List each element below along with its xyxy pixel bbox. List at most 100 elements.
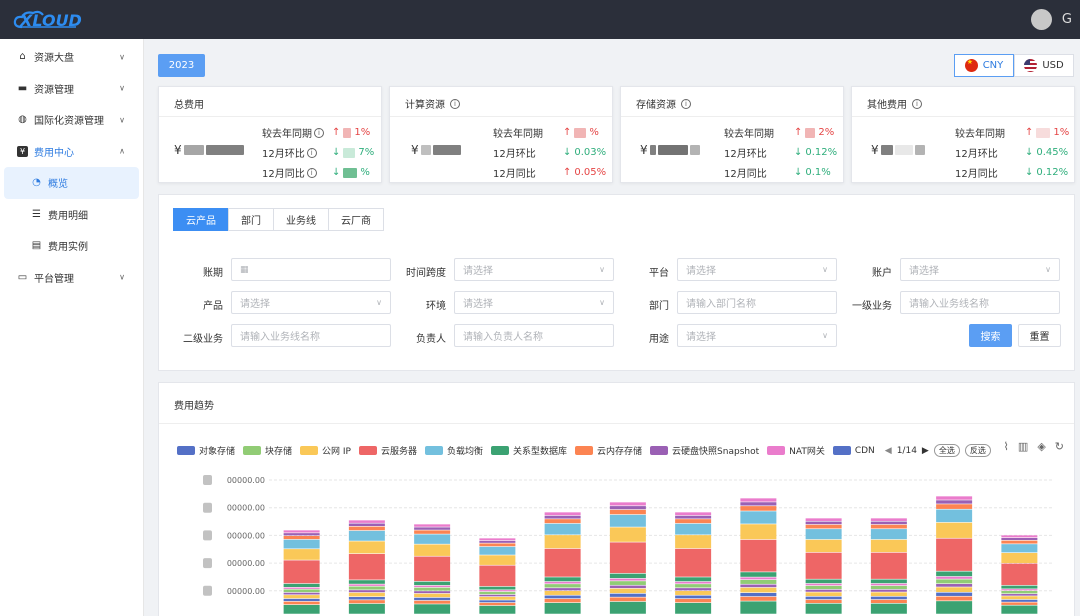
bar-segment: [870, 579, 907, 584]
legend-page-indicator: 1/14: [896, 445, 917, 456]
bar-segment: [936, 509, 973, 523]
time-span-select[interactable]: 请选择 ∨: [454, 258, 614, 281]
card-title: 存储资源 i: [636, 96, 691, 111]
sidebar-item-international[interactable]: ◍ 国际化资源管理 ∨: [0, 104, 143, 136]
bar-segment: [479, 586, 516, 590]
sidebar-item-label: 费用明细: [48, 210, 88, 222]
currency-usd-button[interactable]: USD: [1014, 54, 1074, 77]
bar-segment: [348, 586, 385, 590]
bar-segment: [805, 583, 842, 586]
legend-item[interactable]: 对象存储: [177, 444, 235, 457]
bar-segment: [675, 595, 712, 599]
summary-card-storage: 存储资源 i ¥ 较去年同期 ↑ 2% 12月环比 ↓ 0.12% 12月同比 ↓ 0.…: [620, 86, 844, 183]
sidebar-item-label: 国际化资源管理: [34, 116, 104, 128]
bar-segment: [1001, 599, 1038, 602]
department-label: 部门: [649, 301, 669, 312]
sidebar-item-billing-instance[interactable]: ▤ 费用实例: [0, 230, 143, 262]
bar-segment: [675, 548, 712, 577]
sidebar-item-label: 资源管理: [34, 84, 74, 96]
bar-segment: [414, 530, 451, 534]
refresh-icon[interactable]: ↻: [1055, 440, 1064, 453]
yen-icon: ¥: [17, 145, 28, 157]
bar-segment: [544, 519, 581, 524]
account-label: 账户: [872, 268, 892, 279]
chevron-down-icon: ∨: [599, 298, 605, 307]
product-select[interactable]: 请选择 ∨: [231, 291, 391, 314]
legend-item[interactable]: 公网 IP: [300, 444, 351, 457]
sidebar-item-dashboard[interactable]: ⌂ 资源大盘 ∨: [0, 41, 143, 73]
sidebar-item-resources[interactable]: ▬ 资源管理 ∨: [0, 73, 143, 105]
search-button[interactable]: 搜索: [969, 324, 1012, 347]
reset-button[interactable]: 重置: [1018, 324, 1061, 347]
chevron-down-icon: ∨: [119, 115, 125, 125]
sidebar-item-platform[interactable]: ▭ 平台管理 ∨: [0, 262, 143, 294]
stat-mom: 12月环比 i ↓ 7%: [262, 147, 375, 160]
account-select[interactable]: 请选择 ∨: [900, 258, 1060, 281]
sidebar-item-billing-detail[interactable]: ☰ 费用明细: [0, 199, 143, 231]
bar-segment: [870, 521, 907, 525]
legend-item[interactable]: 关系型数据库: [491, 444, 567, 457]
bar-segment: [348, 603, 385, 614]
environment-select[interactable]: 请选择 ∨: [454, 291, 614, 314]
legend-item[interactable]: 负载均衡: [425, 444, 483, 457]
prev-page-icon[interactable]: ◀: [885, 446, 892, 456]
primary-business-input[interactable]: 请输入业务线名称: [900, 291, 1060, 314]
bar-segment: [870, 524, 907, 529]
tab-cloud-vendor[interactable]: 云厂商: [328, 208, 384, 231]
stack-icon[interactable]: ◈: [1037, 440, 1045, 453]
bar-segment: [675, 602, 712, 614]
bar-segment: [414, 591, 451, 594]
legend-item[interactable]: 云硬盘快照Snapshot: [650, 444, 759, 457]
pie-chart-icon: ◔: [32, 177, 41, 189]
stat-yoy: 较去年同期 ↑ 2%: [724, 127, 835, 140]
bar-segment: [479, 605, 516, 614]
logout-icon[interactable]: G: [1062, 12, 1072, 27]
avatar[interactable]: [1030, 9, 1052, 30]
stat-yoy: 较去年同期 ↑%: [493, 127, 599, 140]
masked-tick-prefix: [203, 558, 212, 569]
bar-segment: [348, 520, 385, 523]
bar-segment: [348, 523, 385, 527]
stat-dec-yoy: 12月同比 i ↓%: [262, 167, 370, 180]
bar-segment: [805, 599, 842, 604]
tab-business-line[interactable]: 业务线: [273, 208, 329, 231]
legend-item[interactable]: 块存储: [243, 444, 292, 457]
platform-select[interactable]: 请选择 ∨: [677, 258, 837, 281]
bar-segment: [544, 595, 581, 599]
bar-segment: [479, 555, 516, 565]
chevron-down-icon: ∨: [822, 331, 828, 340]
bar-segment: [740, 584, 777, 588]
sidebar-item-label: 费用实例: [48, 242, 88, 254]
bar-segment: [805, 524, 842, 529]
bar-segment: [283, 535, 320, 540]
billing-period-picker[interactable]: ▦: [231, 258, 391, 281]
owner-input[interactable]: 请输入负责人名称: [454, 324, 614, 347]
bar-segment: [870, 589, 907, 592]
department-input[interactable]: 请输入部门名称: [677, 291, 837, 314]
legend-item[interactable]: 云内存存储: [575, 444, 642, 457]
invert-selection-button[interactable]: 反选: [964, 444, 991, 457]
tab-cloud-product[interactable]: 云产品: [173, 208, 229, 231]
legend-item[interactable]: NAT网关: [767, 444, 825, 457]
card-title: 其他费用 i: [867, 96, 922, 111]
year-button[interactable]: 2023: [158, 54, 205, 77]
legend-item[interactable]: CDN: [832, 446, 875, 456]
secondary-business-input[interactable]: 请输入业务线名称: [231, 324, 391, 347]
line-chart-icon[interactable]: ⌇: [1004, 440, 1009, 453]
purpose-select[interactable]: 请选择 ∨: [677, 324, 837, 347]
next-page-icon[interactable]: ▶: [922, 446, 929, 456]
bar-chart-icon[interactable]: ▥: [1018, 440, 1028, 453]
sidebar-item-billing[interactable]: ¥ 费用中心 ∧: [0, 136, 143, 168]
bar-segment: [609, 593, 646, 597]
select-all-button[interactable]: 全选: [933, 444, 960, 457]
bar-segment: [414, 587, 451, 591]
bar-segment: [1001, 602, 1038, 605]
legend-item[interactable]: 云服务器: [358, 444, 417, 457]
y-tick-label: 00000.00: [227, 587, 265, 596]
currency-cny-button[interactable]: CNY: [954, 54, 1014, 77]
logo[interactable]: XLOUD: [12, 9, 82, 31]
sidebar-item-overview[interactable]: ◔ 概览: [4, 167, 139, 199]
bar-segment: [544, 581, 581, 584]
bar-segment: [544, 584, 581, 588]
tab-department[interactable]: 部门: [228, 208, 274, 231]
